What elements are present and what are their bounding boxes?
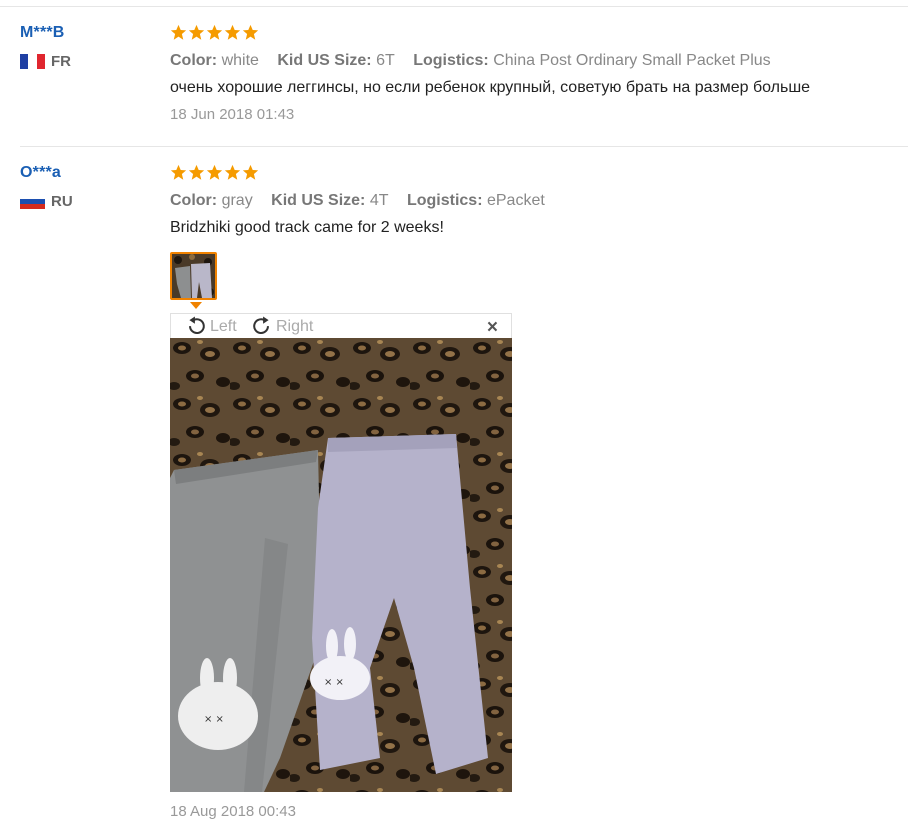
reviewer-country: FR <box>20 53 71 70</box>
star-icon <box>170 24 187 40</box>
country-code: FR <box>51 53 71 70</box>
leggings-photo: × × × × <box>170 338 512 792</box>
review-date: 18 Jun 2018 01:43 <box>170 106 295 123</box>
star-icon <box>242 24 259 40</box>
reviewer-country: RU <box>20 193 73 210</box>
logistics-attribute: Logistics: China Post Ordinary Small Pac… <box>413 52 771 69</box>
close-icon[interactable]: × <box>487 317 498 339</box>
review-date: 18 Aug 2018 00:43 <box>170 803 296 820</box>
rotate-left-icon <box>189 316 205 335</box>
review-body: Color: white Kid US Size: 6T Logistics: … <box>170 24 810 123</box>
rotate-left-label: Left <box>210 318 237 335</box>
rotate-left-button[interactable]: Left <box>184 316 237 338</box>
star-icon <box>206 24 223 40</box>
svg-text:× ×: × × <box>204 714 224 725</box>
color-attribute: Color: white <box>170 52 259 69</box>
star-icon <box>224 164 241 180</box>
star-icon <box>170 164 187 180</box>
rotate-right-button[interactable]: Right <box>250 316 313 338</box>
review-divider <box>20 146 908 147</box>
order-attributes: Color: gray Kid US Size: 4T Logistics: e… <box>170 192 559 210</box>
country-code: RU <box>51 193 73 210</box>
thumbnail-image <box>172 254 215 298</box>
order-attributes: Color: white Kid US Size: 6T Logistics: … <box>170 52 810 70</box>
reviewer-info: M***B FR <box>20 24 71 70</box>
review-photo-large: × × × × <box>170 338 512 792</box>
review-body: Color: gray Kid US Size: 4T Logistics: e… <box>170 164 559 237</box>
france-flag-icon <box>20 54 45 69</box>
reviewer-name[interactable]: O***a <box>20 164 73 182</box>
image-viewer-toolbar: Left Right × <box>170 313 512 338</box>
logistics-attribute: Logistics: ePacket <box>406 192 545 209</box>
reviewer-name[interactable]: M***B <box>20 24 71 42</box>
top-divider <box>0 6 908 7</box>
size-attribute: Kid US Size: 6T <box>277 52 395 69</box>
star-rating <box>170 24 810 44</box>
review-photo-thumbnail[interactable] <box>170 252 217 300</box>
review-text: очень хорошие леггинсы, но если ребенок … <box>170 79 811 96</box>
star-icon <box>206 164 223 180</box>
star-icon <box>188 24 205 40</box>
star-icon <box>242 164 259 180</box>
reviewer-info: O***a RU <box>20 164 73 210</box>
star-icon <box>188 164 205 180</box>
thumbnail-pointer <box>190 302 202 309</box>
russia-flag-icon <box>20 194 45 209</box>
svg-text:× ×: × × <box>324 677 344 688</box>
review-text: Bridzhiki good track came for 2 weeks! <box>170 219 444 236</box>
rotate-right-label: Right <box>276 318 314 335</box>
star-rating <box>170 164 559 184</box>
star-icon <box>224 24 241 40</box>
color-attribute: Color: gray <box>170 192 253 209</box>
size-attribute: Kid US Size: 4T <box>271 192 389 209</box>
rotate-right-icon <box>253 316 269 335</box>
